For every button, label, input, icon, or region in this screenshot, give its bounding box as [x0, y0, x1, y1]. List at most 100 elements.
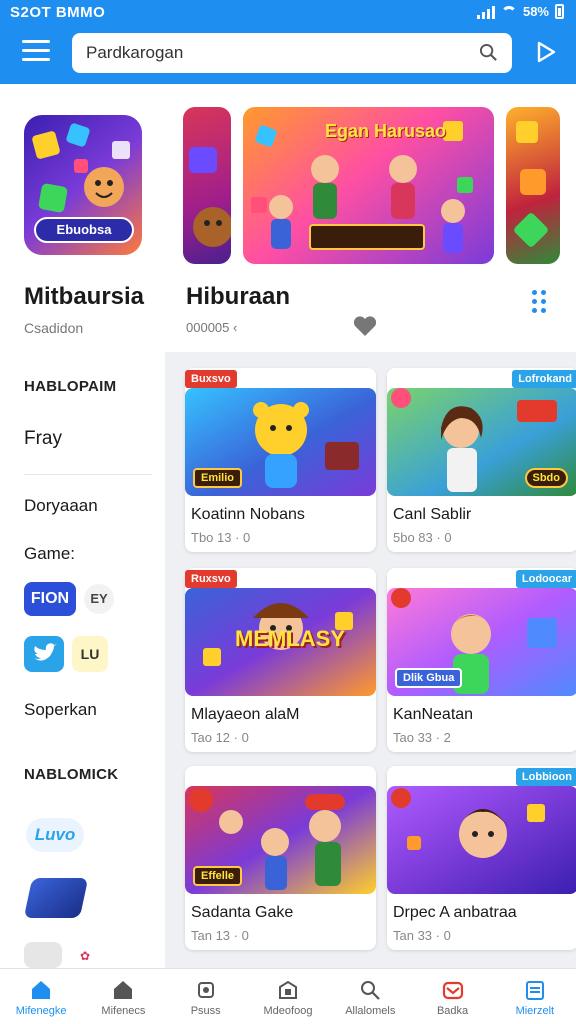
featured-app-icon[interactable]: Ebuobsa: [24, 115, 142, 255]
card-title: Mlayaeon alaM: [191, 706, 300, 723]
card-image: Emilio: [185, 388, 376, 496]
wifi-icon: [500, 5, 517, 18]
card-image-label: MEMLASY: [235, 626, 345, 651]
nav-label: Mifenegke: [15, 1005, 67, 1017]
featured-app-title[interactable]: Mitbaursia: [24, 283, 144, 311]
sidebar-item-doryaaan[interactable]: Doryaaan: [24, 496, 98, 516]
more-options-icon[interactable]: [532, 290, 550, 314]
chip-fion[interactable]: FION: [24, 582, 76, 616]
card-tag: Buxsvo: [185, 370, 237, 388]
card-image-label: Effelle: [193, 866, 243, 886]
featured-banner[interactable]: Egan Harusao: [243, 107, 494, 264]
nav-item-home[interactable]: Mifenegke: [0, 969, 82, 1024]
app-header: S2OT BMMO 58%: [0, 0, 576, 84]
banner-subtitle: 000005 ‹: [186, 320, 238, 335]
sidebar-extra-icon[interactable]: [24, 942, 62, 968]
card-title: Koatinn Nobans: [191, 506, 305, 523]
card-meta: Tao 12 · 0: [191, 730, 249, 745]
battery-icon: [555, 4, 564, 19]
mail-icon: [442, 981, 463, 1000]
banner-next-art: [514, 121, 548, 247]
luvo-logo[interactable]: Luvo: [26, 818, 84, 852]
signal-icon: [476, 5, 495, 19]
game-card[interactable]: Lodoocar Dlik Gbua KanNeatan Tao 33 · 2: [387, 568, 576, 752]
game-card[interactable]: Buxsvo Emilio Koatinn Nobans Tbo 13 · 0: [185, 368, 376, 552]
nav-label: Badka: [436, 1005, 469, 1017]
sidebar-item-fray[interactable]: Fray: [24, 428, 62, 450]
game-card[interactable]: Lobbioon Drpec A anbatraa Tan 33 · 0: [387, 766, 576, 950]
nav-label: Mdeofoog: [263, 1005, 313, 1017]
home-icon: [32, 981, 51, 999]
card-title: Drpec A anbatraa: [393, 904, 517, 921]
banner-prev[interactable]: [183, 107, 231, 264]
nav-label: Allalomels: [345, 1005, 396, 1017]
card-image: Effelle: [185, 786, 376, 894]
card-meta: Tao 33 · 2: [393, 730, 451, 745]
search-icon[interactable]: [479, 43, 498, 62]
nav-item-5[interactable]: Allalomels: [329, 969, 411, 1024]
card-meta: Tbo 13 · 0: [191, 530, 251, 545]
heart-icon[interactable]: [352, 314, 378, 338]
nav-label: Mierzelt: [515, 1005, 555, 1017]
chip-ey[interactable]: EY: [84, 584, 114, 614]
nav-label: Mifenecs: [101, 1005, 146, 1017]
bottom-nav: Mifenegke Mifenecs Psuss Mdeofoog Allalo…: [0, 968, 576, 1024]
calendar-icon: [525, 981, 544, 1000]
nav-item-4[interactable]: Mdeofoog: [247, 969, 329, 1024]
puzzle-icon: [197, 982, 214, 998]
card-meta: Tan 13 · 0: [191, 928, 249, 943]
search-bar[interactable]: [72, 33, 512, 73]
nav-item-2[interactable]: Mifenecs: [82, 969, 164, 1024]
status-icons: 58%: [476, 4, 564, 19]
card-image: MEMLASY: [185, 588, 376, 696]
card-meta: 5bo 83 · 0: [393, 530, 452, 545]
nav-item-7[interactable]: Mierzelt: [494, 969, 576, 1024]
game-card[interactable]: Lofrokand Sbdo Canl Sablir 5bo 83 · 0: [387, 368, 576, 552]
banner-prev-art: [189, 147, 231, 247]
tablet-icon[interactable]: [23, 878, 89, 918]
sidebar-divider: [24, 474, 152, 475]
card-image-label: Sbdo: [524, 468, 568, 488]
status-bar: S2OT BMMO 58%: [0, 0, 576, 26]
card-image: Dlik Gbua: [387, 588, 576, 696]
card-meta: Tan 33 · 0: [393, 928, 451, 943]
box-icon: [278, 980, 297, 999]
status-time: S2OT BMMO: [10, 4, 106, 21]
share-icon[interactable]: [534, 40, 558, 64]
search-icon: [361, 981, 381, 1000]
card-tag: Lodoocar: [515, 570, 576, 588]
menu-button[interactable]: [22, 40, 50, 62]
banner-title[interactable]: Hiburaan: [186, 283, 290, 311]
game-card[interactable]: Ruxsvo MEMLASY Mlayaeon alaM Tao 12 · 0: [185, 568, 376, 752]
card-tag: Lofrokand: [512, 370, 576, 388]
card-image-label: Emilio: [193, 468, 243, 488]
card-title: Sadanta Gake: [191, 904, 294, 921]
twitter-icon[interactable]: [24, 636, 64, 672]
card-image-label: Dlik Gbua: [395, 668, 463, 688]
card-title: Canl Sablir: [393, 506, 472, 523]
card-tag: Ruxsvo: [185, 570, 237, 588]
sidebar-item-soperkan[interactable]: Soperkan: [24, 700, 97, 720]
chip-lu[interactable]: LU: [72, 636, 108, 672]
card-image: Sbdo: [387, 388, 576, 496]
card-title: KanNeatan: [393, 706, 474, 723]
battery-percent: 58%: [522, 4, 549, 19]
sidebar-heading-2: NABLOMICK: [24, 766, 119, 783]
nav-item-6[interactable]: Badka: [411, 969, 493, 1024]
banner-next[interactable]: [506, 107, 560, 264]
nav-item-3[interactable]: Psuss: [165, 969, 247, 1024]
sidebar-extra-icon-2[interactable]: ✿: [72, 946, 98, 966]
search-input[interactable]: [86, 41, 466, 65]
house-outline-icon: [114, 981, 133, 999]
app-badge: Ebuobsa: [34, 217, 134, 243]
sidebar-heading-1: HABLOPAIM: [24, 378, 117, 395]
nav-label: Psuss: [190, 1005, 221, 1017]
card-tag: Lobbioon: [515, 768, 576, 786]
card-art: [391, 788, 545, 858]
sidebar-item-game[interactable]: Game:: [24, 544, 75, 564]
featured-app-subtitle: Csadidon: [24, 320, 84, 336]
banner-art-title: Egan Harusao: [325, 121, 447, 141]
game-card[interactable]: Effelle Sadanta Gake Tan 13 · 0: [185, 766, 376, 950]
card-image: [387, 786, 576, 894]
slot-reels: [309, 224, 425, 250]
